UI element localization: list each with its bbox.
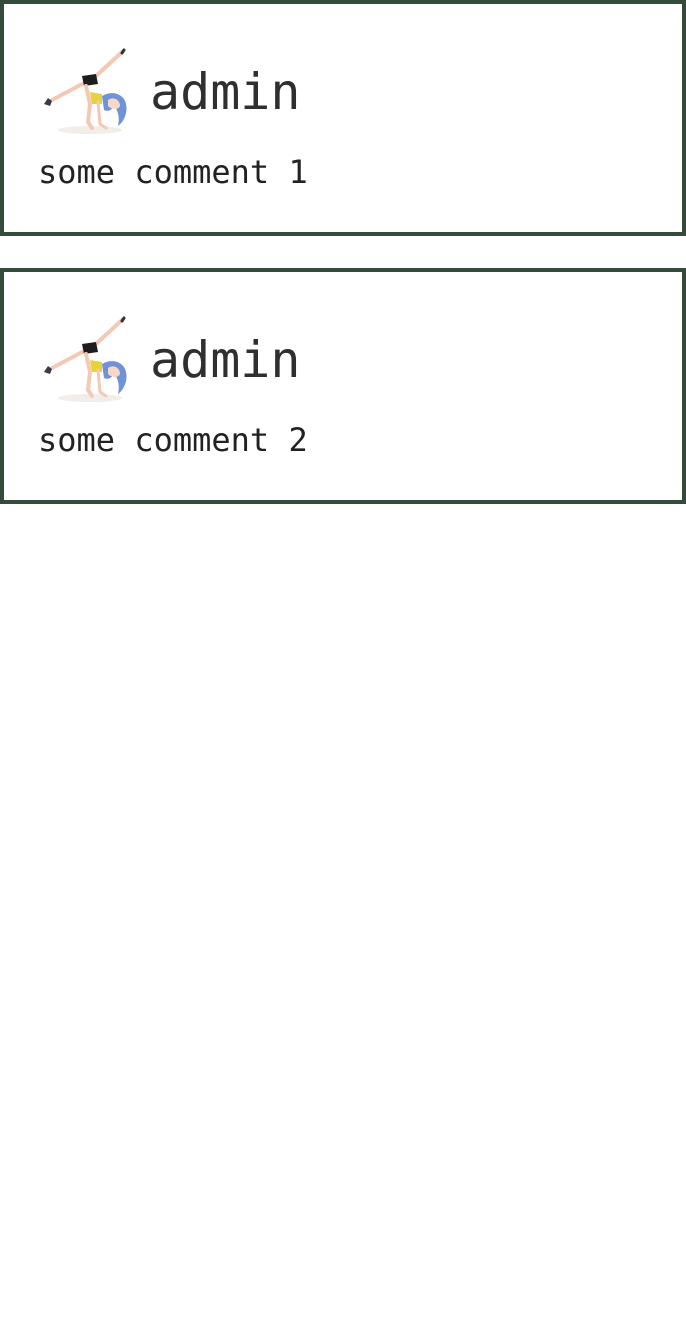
avatar[interactable]	[38, 314, 134, 406]
comment-text: some comment 2	[38, 421, 308, 459]
gymnast-avatar-icon	[44, 316, 127, 402]
comment-header: admin	[38, 314, 301, 406]
comment-card[interactable]: admin some comment 2	[0, 268, 686, 504]
comment-card[interactable]: admin some comment 1	[0, 0, 686, 236]
comment-author[interactable]: admin	[150, 335, 301, 385]
avatar[interactable]	[38, 46, 134, 138]
comment-author[interactable]: admin	[150, 67, 301, 117]
comment-text: some comment 1	[38, 153, 308, 191]
comment-header: admin	[38, 46, 301, 138]
gymnast-avatar-icon	[44, 48, 127, 134]
comment-list: admin some comment 1 admin some comment …	[0, 0, 686, 536]
